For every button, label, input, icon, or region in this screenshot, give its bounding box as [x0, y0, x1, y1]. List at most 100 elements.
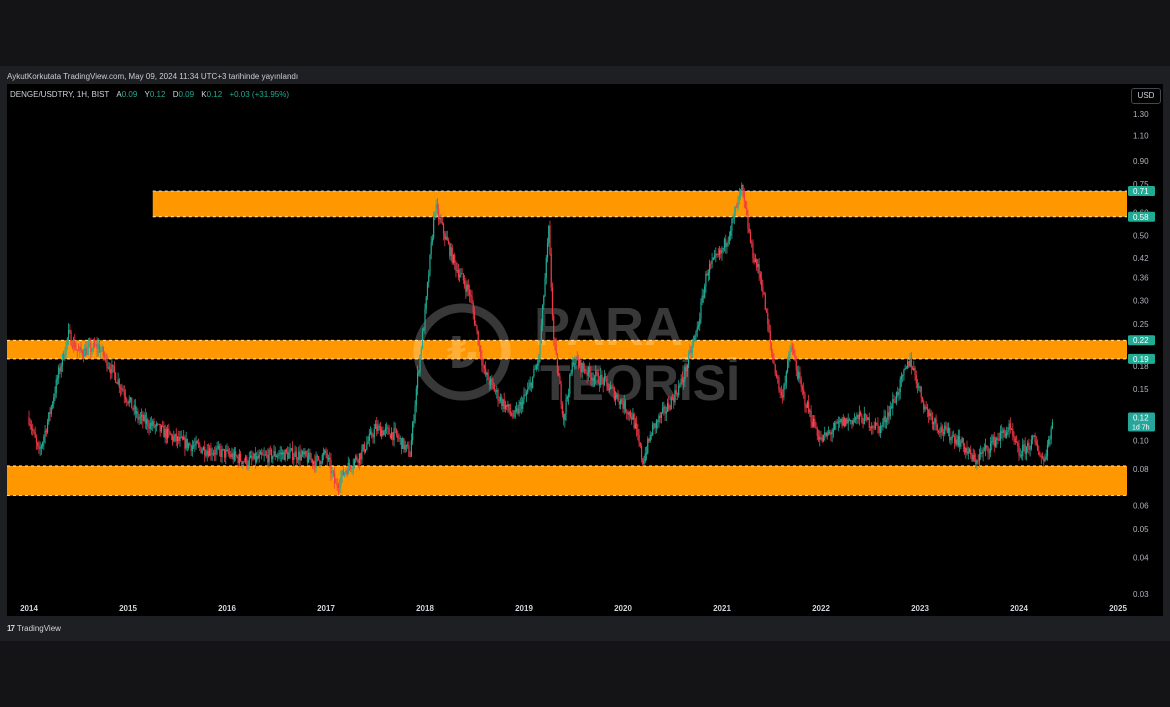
candle-body — [435, 204, 437, 212]
candle-body — [983, 448, 985, 451]
candle-body — [962, 437, 964, 446]
candle-body — [585, 372, 587, 373]
candle-body — [273, 451, 275, 456]
candle-body — [862, 422, 864, 425]
candle-body — [87, 344, 89, 348]
candle-body — [961, 437, 963, 443]
candle-body — [340, 476, 342, 487]
price-tick-label: 0.30 — [1133, 297, 1149, 306]
candle-body — [116, 382, 118, 384]
candle-body — [282, 452, 284, 455]
candle-body — [290, 448, 292, 451]
candle-body — [496, 389, 498, 392]
candle-body — [456, 269, 458, 271]
candle-body — [704, 285, 706, 298]
candle-body — [512, 415, 514, 417]
candle-body — [789, 352, 791, 355]
candle-body — [466, 284, 468, 292]
candle-body — [428, 275, 430, 283]
candle-body — [524, 394, 526, 396]
candle-body — [549, 225, 551, 254]
time-tick-label: 2016 — [218, 604, 236, 613]
candle-body — [122, 388, 124, 392]
candle-body — [108, 367, 111, 370]
candle-body — [765, 310, 768, 313]
candle-body — [798, 372, 800, 379]
candle-body — [580, 359, 582, 373]
candle-body — [819, 437, 821, 440]
candle-body — [784, 382, 786, 387]
candle-body — [121, 388, 123, 390]
candle-body — [285, 449, 287, 452]
candle-body — [757, 264, 759, 268]
candle-body — [622, 403, 624, 409]
candle-body — [975, 459, 977, 464]
candle-body — [163, 425, 165, 438]
candle-body — [244, 456, 247, 462]
price-tick-label: 1.30 — [1133, 110, 1149, 119]
candle-body — [984, 445, 987, 449]
candlestick-chart[interactable]: ₺ PARA TEORİSİ 1.301.100.900.750.600.500… — [0, 0, 1170, 707]
candle-body — [515, 408, 518, 411]
candle-body — [777, 376, 779, 378]
candle-body — [718, 250, 721, 255]
candle-body — [782, 395, 784, 398]
tradingview-footer: 17 TradingView — [7, 624, 61, 633]
candle-body — [1024, 444, 1026, 454]
price-tick-label: 0.04 — [1133, 553, 1149, 562]
candle-body — [754, 259, 757, 263]
candle-body — [389, 434, 391, 439]
candle-body — [127, 401, 129, 404]
candle-body — [315, 456, 317, 468]
candle-body — [648, 438, 650, 442]
candle-body — [506, 404, 508, 407]
candle-body — [873, 427, 875, 429]
candle-body — [809, 410, 811, 412]
candle-body — [513, 411, 515, 417]
candle-body — [857, 415, 859, 420]
candle-body — [368, 433, 370, 442]
candle-body — [582, 363, 584, 369]
candle-body — [626, 411, 628, 414]
candle-body — [660, 412, 662, 418]
candle-body — [806, 401, 808, 408]
candle-body — [442, 223, 445, 234]
candle-body — [925, 406, 927, 408]
candle-body — [40, 446, 42, 449]
candle-body — [343, 472, 346, 476]
candle-body — [210, 448, 212, 455]
candle-body — [795, 360, 797, 371]
candle-body — [201, 450, 203, 453]
candle-body — [1044, 459, 1046, 462]
candle-body — [393, 428, 395, 441]
candle-body — [687, 353, 690, 366]
candle-body — [725, 239, 727, 247]
candle-body — [1041, 456, 1044, 459]
candle-body — [732, 216, 734, 220]
candle-body — [206, 450, 208, 456]
candle-body — [494, 391, 497, 393]
candle-body — [1045, 456, 1047, 460]
candle-body — [107, 367, 109, 369]
candle-body — [230, 454, 232, 457]
candle-body — [44, 430, 46, 437]
currency-button[interactable]: USD — [1131, 88, 1161, 104]
candle-body — [673, 398, 675, 403]
candle-body — [1050, 428, 1052, 440]
time-axis-ticks: 2014 2015 2016 2017 2018 2019 2020 2021 2022 2023… — [20, 604, 1127, 613]
candle-body — [694, 335, 696, 341]
candle-body — [535, 365, 537, 370]
candle-body — [489, 378, 492, 385]
candle-body — [289, 450, 291, 453]
candle-body — [319, 459, 321, 464]
candle-body — [1013, 435, 1015, 439]
candle-body — [808, 401, 810, 412]
candle-body — [514, 410, 516, 412]
candle-body — [903, 369, 905, 376]
candle-body — [977, 460, 979, 462]
candle-body — [728, 235, 731, 241]
candle-body — [878, 426, 880, 434]
candle-body — [655, 420, 658, 428]
candle-body — [565, 399, 567, 414]
candle-body — [241, 461, 243, 465]
